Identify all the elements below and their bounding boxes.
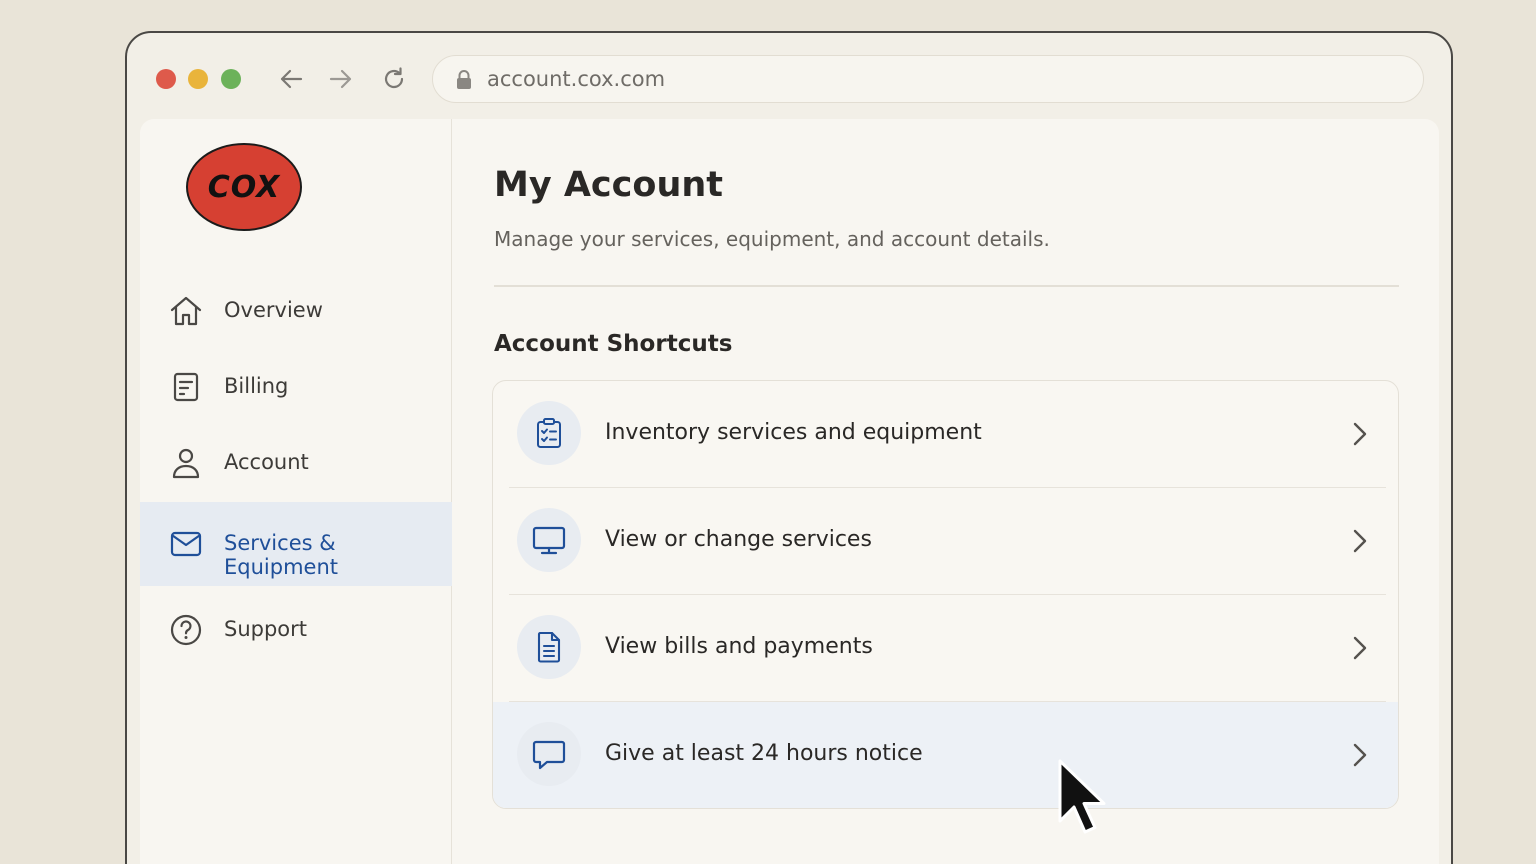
address-bar[interactable]: account.cox.com [432, 55, 1424, 103]
cox-logo[interactable]: COX [186, 143, 302, 231]
maximize-window-button[interactable] [221, 69, 241, 89]
close-window-button[interactable] [156, 69, 176, 89]
mouse-cursor-icon [1058, 759, 1106, 834]
chevron-right-icon [1353, 743, 1367, 767]
sidebar-item-label: Overview [224, 298, 323, 322]
page-title: My Account [494, 165, 724, 205]
shortcut-label: Inventory services and equipment [605, 420, 982, 445]
chat-bubble-icon [532, 740, 566, 770]
document-icon [537, 631, 561, 663]
shortcut-label: View bills and payments [605, 634, 873, 659]
chevron-right-icon [1353, 422, 1367, 446]
logo-text: COX [207, 169, 281, 205]
shortcut-change-services[interactable]: View or change services [493, 488, 1398, 595]
forward-arrow-icon[interactable] [327, 65, 355, 93]
page-content: COX Overview Billing Account Services & … [140, 119, 1439, 864]
minimize-window-button[interactable] [188, 69, 208, 89]
sidebar-item-billing[interactable]: Billing [140, 345, 452, 429]
divider [494, 285, 1399, 287]
chevron-right-icon [1353, 636, 1367, 660]
sidebar-item-label: Support [224, 617, 308, 641]
sidebar-item-account[interactable]: Account [140, 421, 452, 505]
shortcut-icon-badge [517, 508, 581, 572]
chevron-right-icon [1353, 529, 1367, 553]
shortcut-icon-badge [517, 615, 581, 679]
sidebar: COX Overview Billing Account Services & … [140, 119, 452, 864]
page-subtitle: Manage your services, equipment, and acc… [494, 227, 1050, 251]
section-title: Account Shortcuts [494, 331, 733, 357]
shortcut-icon-badge [517, 401, 581, 465]
reload-icon[interactable] [380, 65, 408, 93]
url-text: account.cox.com [487, 67, 666, 91]
sidebar-item-label: Account [224, 450, 309, 474]
shortcut-inventory[interactable]: Inventory services and equipment [493, 381, 1398, 488]
shortcut-bills-payments[interactable]: View bills and payments [493, 595, 1398, 702]
sidebar-item-overview[interactable]: Overview [140, 269, 452, 353]
user-icon [172, 448, 200, 479]
shortcut-icon-badge [517, 722, 581, 786]
clipboard-checklist-icon [537, 418, 561, 448]
main-panel: My Account Manage your services, equipme… [492, 119, 1399, 864]
sidebar-item-support[interactable]: Support [140, 588, 452, 672]
monitor-icon [532, 526, 566, 555]
back-arrow-icon[interactable] [277, 65, 305, 93]
billing-icon [173, 372, 199, 402]
shortcut-label: View or change services [605, 527, 872, 552]
sidebar-item-services-equipment[interactable]: Services & Equipment [140, 502, 452, 586]
sidebar-item-label: Services & Equipment [224, 531, 338, 579]
browser-titlebar: account.cox.com [127, 33, 1451, 121]
shortcuts-card: Inventory services and equipment View or… [492, 380, 1399, 809]
mail-icon [170, 531, 202, 557]
help-icon [170, 614, 202, 646]
lock-icon [457, 70, 471, 89]
home-icon [170, 296, 202, 326]
browser-window: account.cox.com COX Overview Billing Acc… [125, 31, 1453, 864]
sidebar-item-label: Billing [224, 374, 289, 398]
shortcut-notice[interactable]: Give at least 24 hours notice [493, 702, 1398, 808]
shortcut-label: Give at least 24 hours notice [605, 741, 923, 766]
